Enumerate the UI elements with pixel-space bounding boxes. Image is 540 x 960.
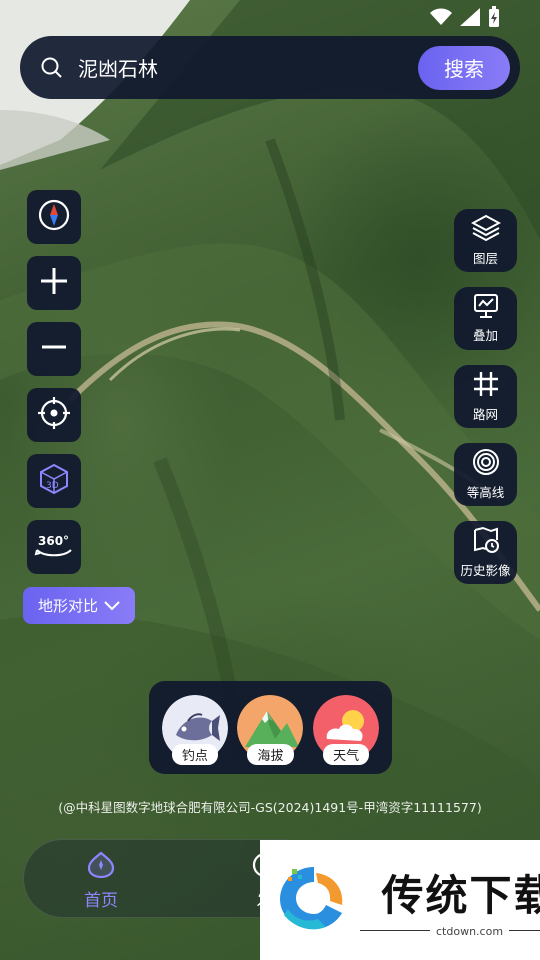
search-input[interactable]: 泥凼石林 [78,53,418,82]
layers-label: 图层 [472,251,498,266]
altitude-label: 海拔 [247,743,294,765]
watermark-url: ctdown.com [436,925,504,938]
road-grid-icon [472,370,500,402]
terrain-compare-label: 地形对比 [37,597,98,615]
altitude-button[interactable]: 海拔 [237,694,304,765]
fishing-spot-label: 钓点 [171,743,218,765]
terrain-compare-dropdown[interactable]: 地形对比 [23,587,135,624]
overlay-chart-icon [472,293,500,323]
weather-label: 天气 [323,743,370,765]
history-image-icon [472,526,500,558]
contour-label: 等高线 [466,485,505,500]
svg-text:360°: 360° [38,534,69,548]
svg-text:3D: 3D [46,481,59,491]
home-icon [86,850,116,884]
layers-button[interactable]: 图层 [454,209,517,272]
status-bar [430,6,500,32]
signal-icon [460,8,480,30]
road-network-label: 路网 [472,407,498,422]
plus-icon [39,266,69,300]
compass-button[interactable] [27,190,81,244]
panorama-360-button[interactable]: 360° [27,520,81,574]
overlay-label: 叠加 [472,328,498,343]
watermark-text: 传统下载 ctdown.com [360,862,540,938]
battery-icon [488,6,500,32]
layers-icon [470,214,501,246]
fishing-spot-button[interactable]: 钓点 [161,694,228,765]
minus-icon [39,332,69,366]
zoom-in-button[interactable] [27,256,81,310]
contour-button[interactable]: 等高线 [454,443,517,506]
zoom-out-button[interactable] [27,322,81,376]
compass-icon [37,198,71,236]
road-network-button[interactable]: 路网 [454,365,517,428]
search-icon [40,56,64,80]
watermark-overlay: 传统下载 ctdown.com [260,840,540,960]
history-image-button[interactable]: 历史影像 [454,521,517,584]
chevron-down-icon [104,597,120,615]
wifi-icon [430,8,452,30]
weather-button[interactable]: 天气 [313,694,380,765]
quick-dock: 钓点 海拔 天气 [149,681,392,774]
3d-view-button[interactable]: 3D [27,454,81,508]
watermark-title: 传统下载 [381,871,540,920]
watermark-logo [274,861,350,939]
panorama-360-icon: 360° [34,528,74,566]
nav-home-label: 首页 [84,891,118,911]
overlay-button[interactable]: 叠加 [454,287,517,350]
search-button[interactable]: 搜索 [418,45,510,90]
crosshair-icon [37,396,71,434]
search-bar[interactable]: 泥凼石林 搜索 [20,36,520,99]
nav-home[interactable]: 首页 [84,850,118,911]
locate-button[interactable] [27,388,81,442]
history-image-label: 历史影像 [460,563,511,578]
map-attribution: (@中科星图数字地球合肥有限公司-GS(2024)1491号-甲湾资字11111… [58,800,482,815]
cube-3d-icon: 3D [37,462,71,500]
contour-icon [472,448,500,480]
